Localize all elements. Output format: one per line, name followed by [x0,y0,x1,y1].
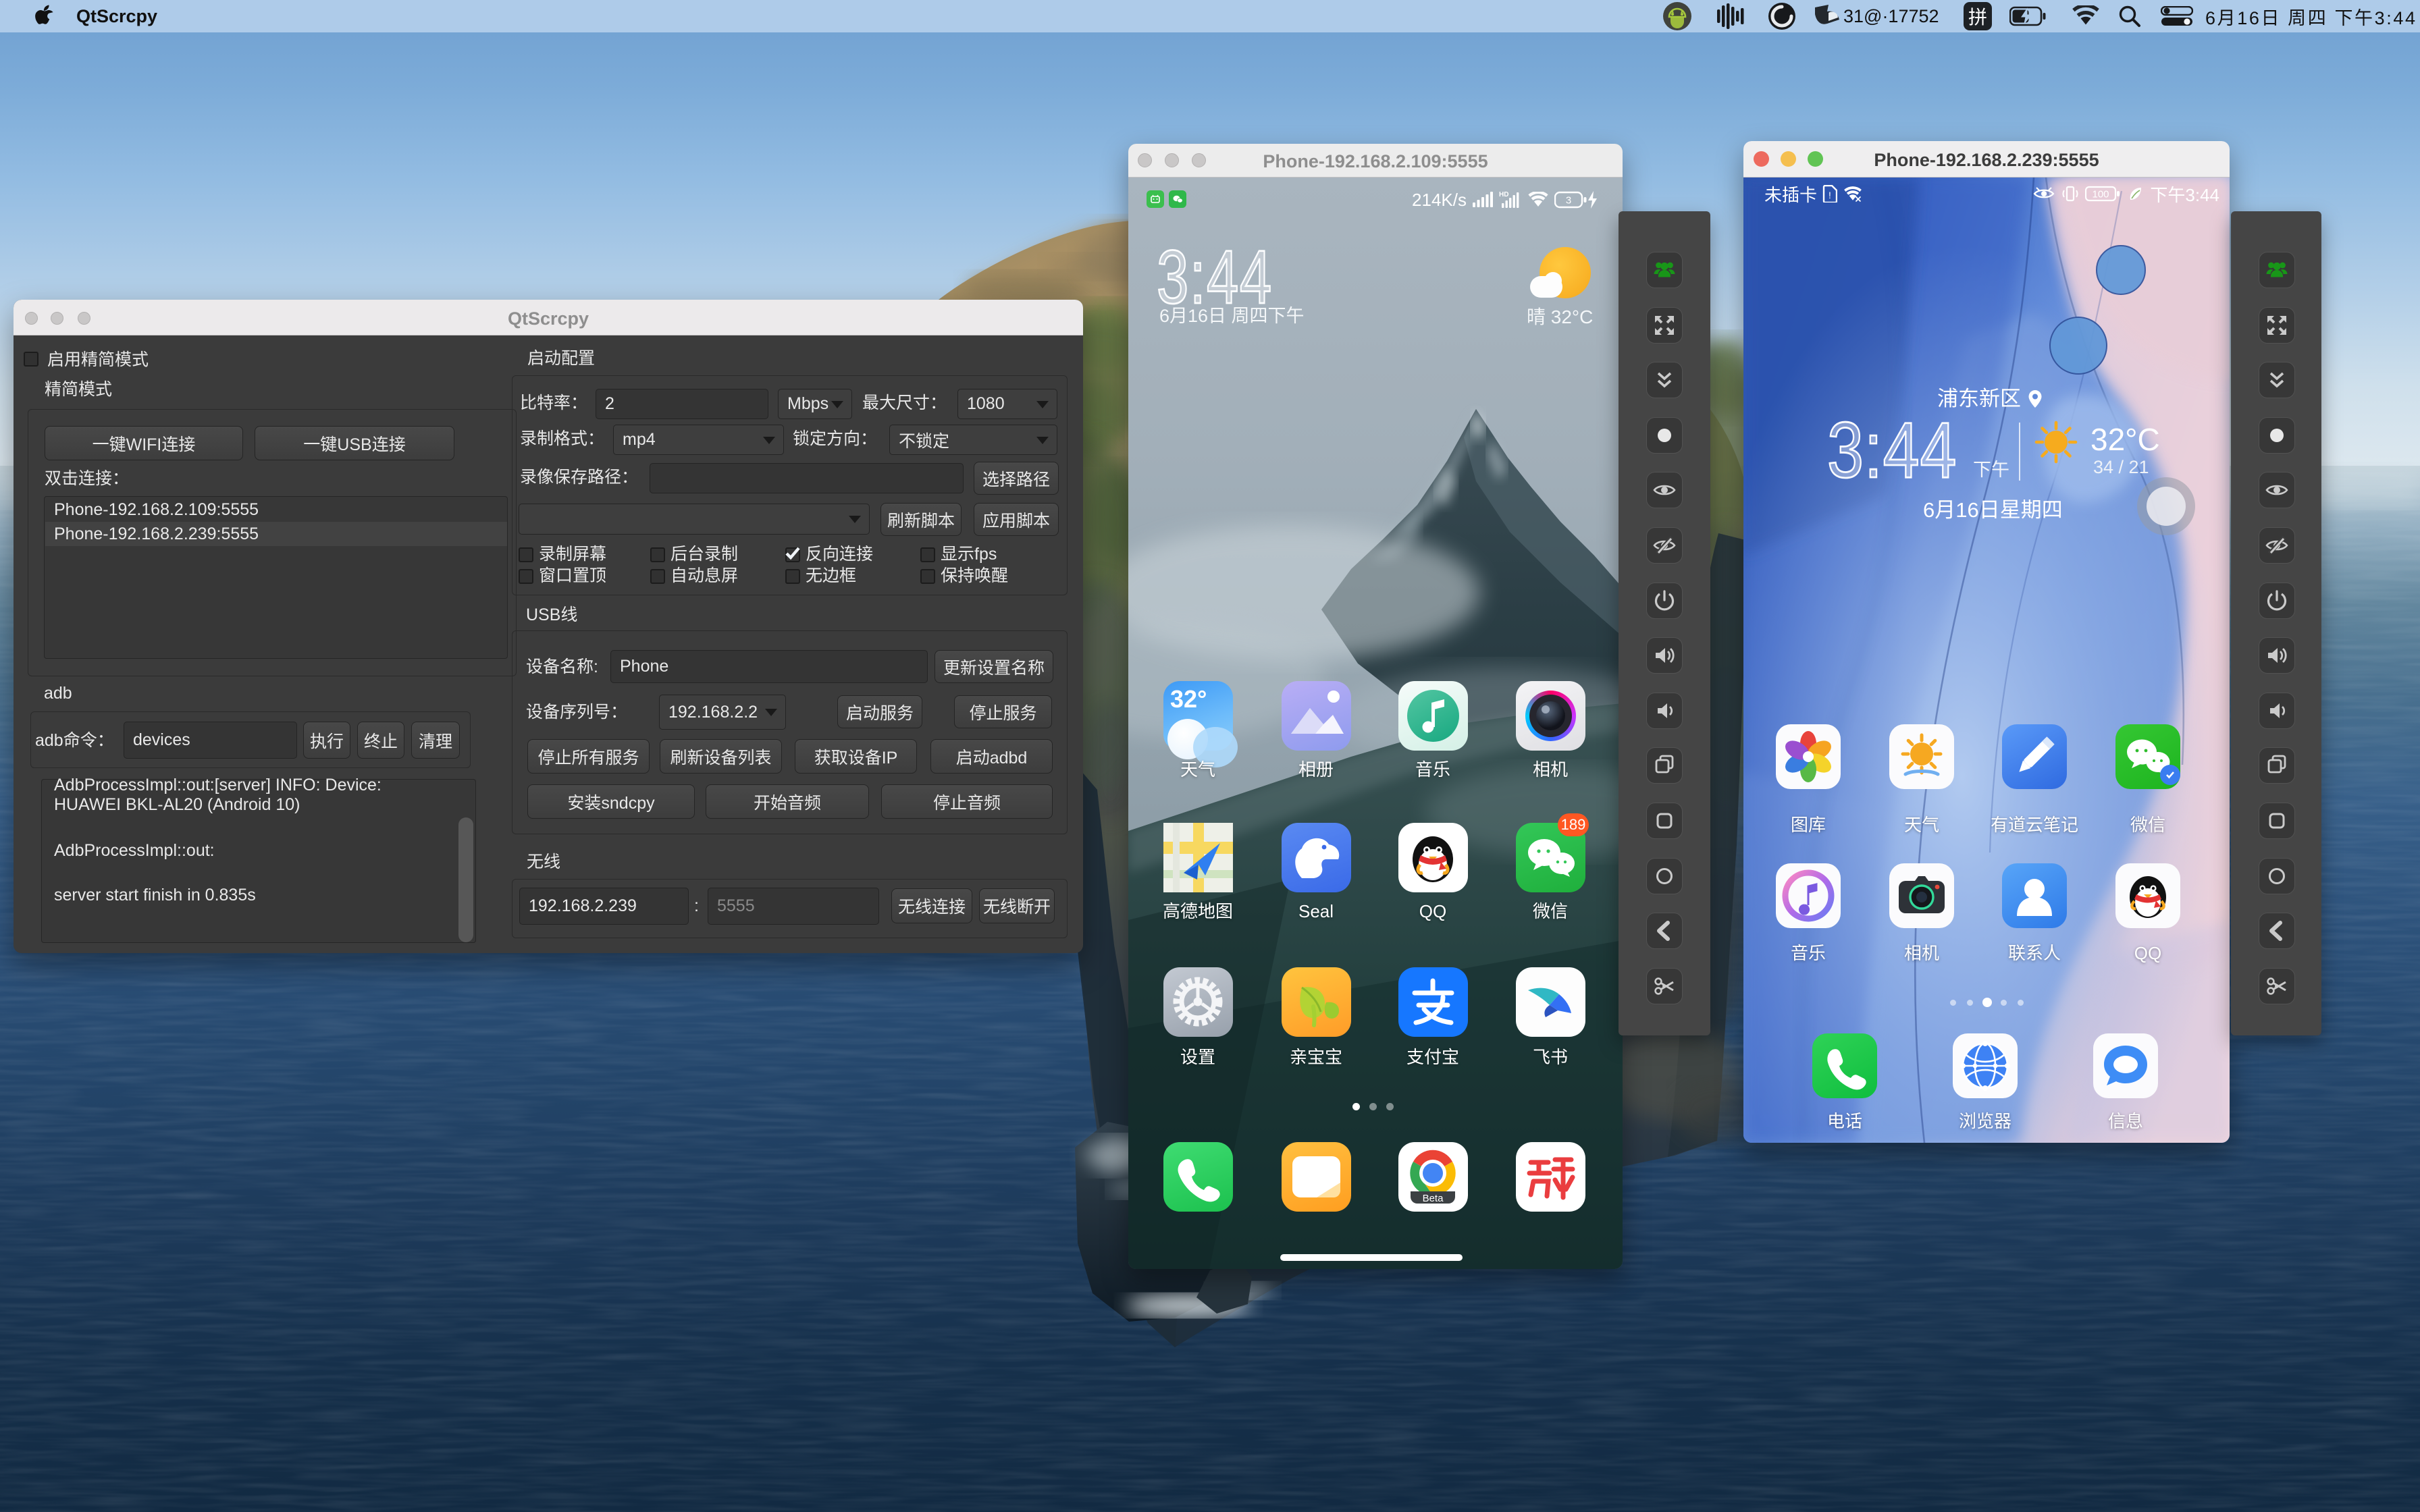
svg-text:100: 100 [2093,189,2109,200]
svg-text:!: ! [1829,190,1831,200]
svg-text:Beta: Beta [1423,1193,1444,1204]
svg-text:拼: 拼 [1968,7,1987,28]
svg-text:3: 3 [1566,195,1571,207]
svg-text:HD: HD [1499,191,1508,198]
